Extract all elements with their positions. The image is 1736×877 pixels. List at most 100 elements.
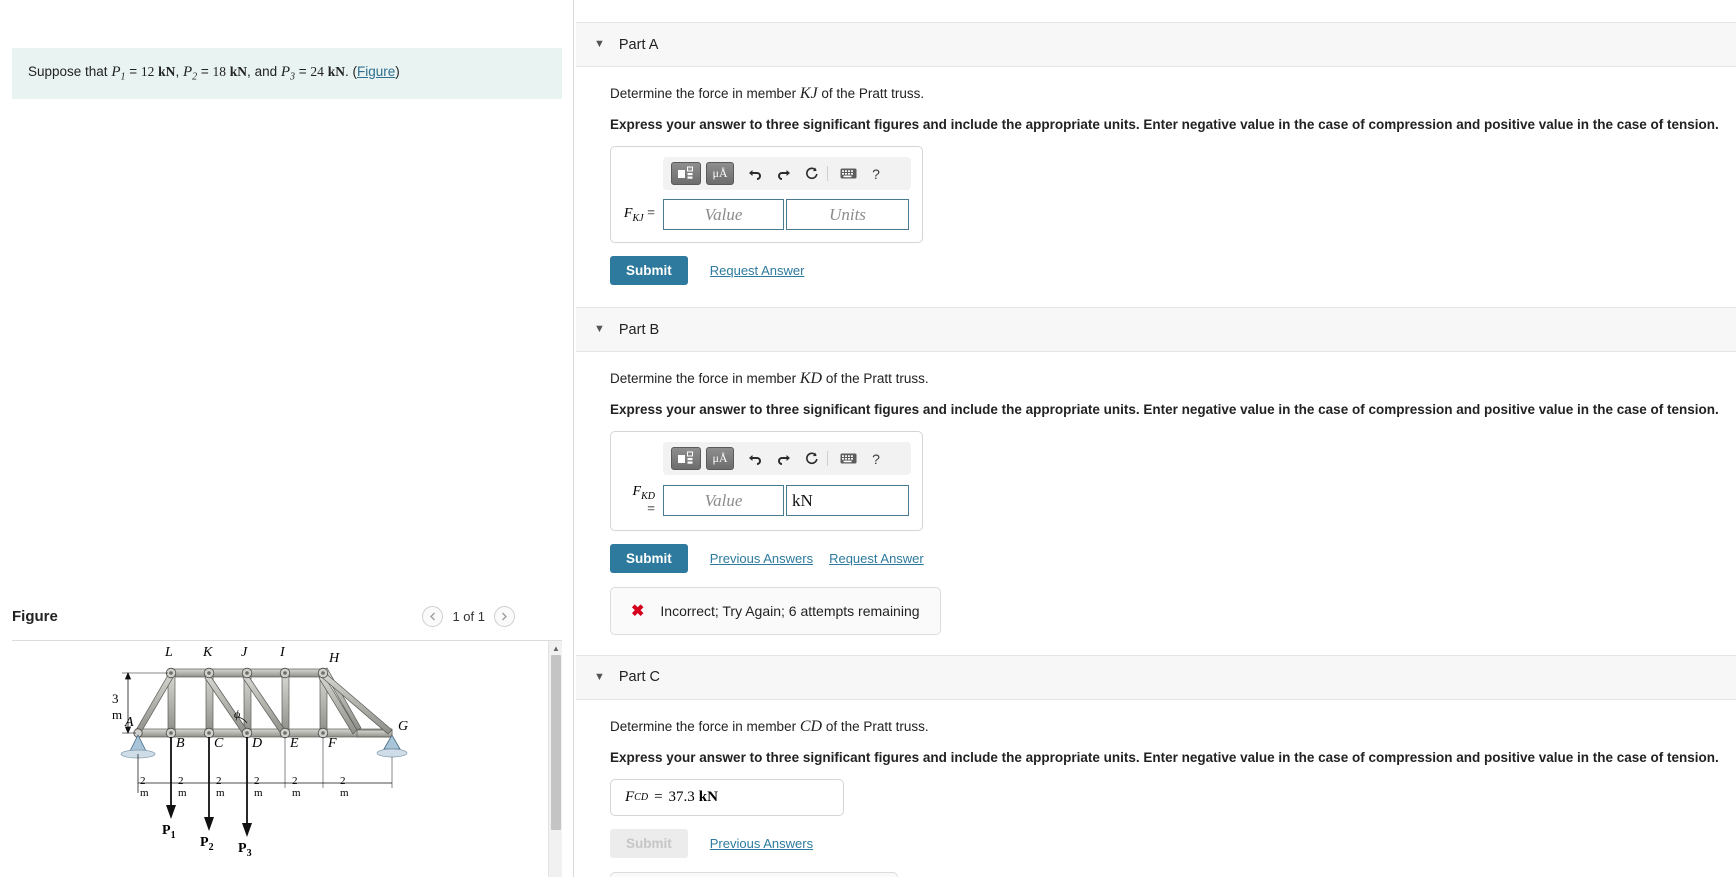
question-pre: Determine the force in member	[610, 718, 800, 734]
load-label-P2: P2	[200, 835, 214, 853]
template-icon[interactable]	[671, 162, 701, 185]
height-dimension-label: 3 m	[112, 691, 123, 722]
collapse-caret-icon[interactable]: ▼	[594, 39, 605, 50]
incorrect-icon: ✖	[631, 602, 645, 620]
part-c-previous-answers-link[interactable]: Previous Answers	[710, 836, 813, 851]
part-a-answer-label: FKJ =	[623, 205, 655, 224]
part-c-actions: Submit Previous Answers	[610, 828, 1736, 858]
collapse-caret-icon[interactable]: ▼	[594, 324, 605, 335]
p2-symbol: P	[182, 64, 193, 80]
help-icon[interactable]: ?	[864, 448, 888, 470]
answer-subscript: KD	[641, 490, 655, 502]
node-label-E: E	[290, 736, 299, 751]
units-placeholder: Units	[829, 204, 866, 224]
node-label-H: H	[329, 651, 340, 666]
pin-support-icon	[120, 734, 156, 793]
part-b-header[interactable]: ▼ Part B	[576, 307, 1736, 352]
node-label-F: F	[328, 736, 337, 751]
chevron-left-icon	[430, 612, 436, 621]
figure-next-button[interactable]	[494, 606, 515, 627]
part-c-label: Part C	[618, 669, 660, 686]
part-a-instruction: Express your answer to three significant…	[610, 117, 1719, 132]
value-placeholder: Value	[704, 490, 743, 510]
p3-symbol: P	[280, 64, 291, 80]
part-b-submit-button[interactable]: Submit	[610, 543, 688, 573]
answer-symbol: F	[632, 484, 642, 499]
answer-symbol: F	[625, 788, 635, 805]
help-icon[interactable]: ?	[864, 163, 888, 185]
truss-svg	[120, 667, 408, 837]
answer-units: kN	[698, 788, 718, 805]
keyboard-icon[interactable]	[836, 163, 860, 185]
part-a-units-input[interactable]: Units	[786, 199, 909, 230]
figure-pager: 1 of 1	[422, 606, 515, 627]
part-b-previous-answers-link[interactable]: Previous Answers	[710, 551, 813, 566]
equals-sign: =	[654, 788, 663, 805]
node-label-I: I	[280, 645, 285, 660]
node-label-D: D	[252, 736, 263, 751]
scroll-thumb[interactable]	[551, 655, 561, 830]
part-a-header[interactable]: ▼ Part A	[576, 22, 1736, 67]
part-b-answer-label: FKD =	[632, 484, 655, 517]
part-b-label: Part B	[618, 321, 660, 338]
node-label-G: G	[398, 719, 409, 734]
part-b-body: Determine the force in member KD of the …	[574, 352, 1736, 635]
p3-unit: kN	[327, 64, 345, 79]
span-label-5: 2 m	[292, 775, 301, 799]
p1-subscript: 1	[120, 71, 126, 83]
reset-icon[interactable]	[799, 448, 823, 470]
part-b-value-input[interactable]: Value	[663, 485, 784, 517]
part-a-actions: Submit Request Answer	[610, 256, 1736, 285]
undo-icon[interactable]	[743, 448, 767, 470]
answer-subscript: KJ	[632, 212, 644, 224]
span-label-4: 2 m	[254, 775, 263, 799]
redo-icon[interactable]	[771, 163, 795, 185]
part-b-request-answer-link[interactable]: Request Answer	[829, 551, 924, 566]
member-name: CD	[799, 717, 823, 735]
span-label-6: 2 m	[340, 775, 349, 799]
part-c-feedback: ✔ Correct	[610, 871, 898, 877]
keyboard-icon[interactable]	[836, 448, 860, 470]
parts-panel: ▼ Part A Determine the force in member K…	[574, 0, 1736, 877]
part-b-actions: Submit Previous Answers Request Answer	[610, 543, 1736, 573]
part-a-submit-button[interactable]: Submit	[610, 256, 688, 285]
redo-icon[interactable]	[771, 448, 795, 470]
template-icon[interactable]	[671, 447, 701, 470]
span-label-1: 2 m	[140, 775, 149, 799]
part-c-submit-button: Submit	[610, 828, 688, 858]
p2-subscript: 2	[192, 71, 198, 83]
units-icon[interactable]: μÅ	[706, 447, 734, 470]
angle-label: ϕ	[234, 707, 241, 721]
figure-prev-button[interactable]	[422, 606, 444, 627]
p2-unit: kN	[229, 64, 248, 79]
figure-scrollbar[interactable]: ▲	[548, 641, 562, 877]
part-a-request-answer-link[interactable]: Request Answer	[710, 263, 805, 278]
part-a-question: Determine the force in member KJ of the …	[610, 85, 1736, 103]
part-b-toolbar: μÅ ?	[663, 442, 911, 475]
collapse-caret-icon[interactable]: ▼	[594, 671, 605, 683]
member-name: KJ	[799, 85, 818, 102]
part-c-instruction: Express your answer to three significant…	[610, 749, 1719, 765]
question-pre: Determine the force in member	[610, 371, 800, 386]
toolbar-separator	[827, 451, 828, 466]
span-label-3: 2 m	[216, 775, 225, 799]
undo-icon[interactable]	[743, 163, 767, 185]
units-icon[interactable]: μÅ	[706, 162, 734, 185]
figure-1-link[interactable]: Figure	[357, 64, 395, 79]
part-b-units-input[interactable]: kN	[786, 485, 909, 517]
scroll-up-arrow[interactable]: ▲	[549, 641, 562, 655]
question-post: of the Pratt truss.	[817, 86, 925, 101]
answer-value: 37.3	[668, 788, 695, 805]
part-c-header[interactable]: ▼ Part C	[576, 654, 1736, 700]
value-placeholder: Value	[704, 204, 743, 224]
question-post: of the Pratt truss.	[822, 371, 929, 386]
toolbar-separator	[827, 166, 828, 181]
units-value: kN	[792, 490, 813, 510]
part-b-question: Determine the force in member KD of the …	[610, 370, 1736, 388]
part-b-feedback-text: Incorrect; Try Again; 6 attempts remaini…	[660, 602, 920, 619]
node-label-A: A	[125, 715, 134, 730]
part-c-question: Determine the force in member CD of the …	[610, 718, 1736, 736]
part-a-toolbar: μÅ ?	[663, 157, 911, 190]
reset-icon[interactable]	[799, 163, 823, 185]
part-a-value-input[interactable]: Value	[663, 199, 784, 230]
